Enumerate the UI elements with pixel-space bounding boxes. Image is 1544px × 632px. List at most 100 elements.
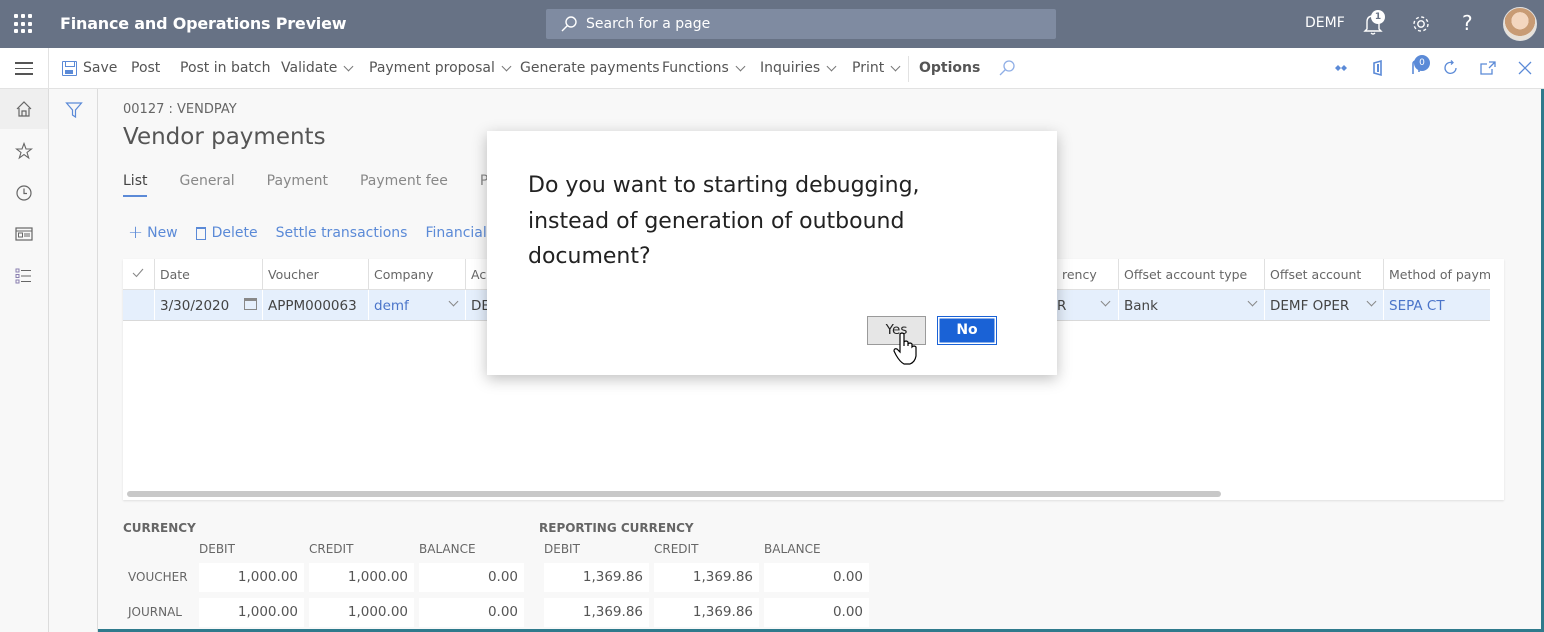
column-header-company[interactable]: Company (368, 259, 465, 290)
tab-list-view[interactable]: List (123, 173, 148, 197)
action-search-icon[interactable] (998, 59, 1016, 77)
company-cell[interactable]: demf (368, 290, 465, 320)
open-new-window-icon[interactable] (1479, 59, 1497, 77)
chevron-down-icon (501, 61, 512, 71)
chevron-down-icon (735, 61, 746, 71)
hamburger-menu-icon[interactable] (15, 62, 33, 76)
generate-payments-button[interactable]: Generate payments (520, 60, 660, 76)
column-header-date[interactable]: Date (154, 259, 262, 290)
confirmation-dialog: Do you want to starting debugging, inste… (487, 131, 1057, 375)
calendar-icon[interactable] (244, 298, 257, 310)
date-value: 3/30/2020 (160, 298, 230, 314)
no-button[interactable]: No (937, 316, 997, 345)
reporting-voucher-balance: 0.00 (764, 563, 869, 592)
close-icon[interactable] (1516, 59, 1534, 77)
divider (908, 56, 909, 82)
currency-debit-header: DEBIT (199, 542, 235, 556)
workspaces-icon[interactable] (0, 214, 48, 254)
chevron-down-icon (343, 61, 354, 71)
offset-account-cell[interactable]: DEMF OPER (1264, 290, 1383, 320)
currency-section-label: CURRENCY (123, 521, 196, 535)
save-icon (62, 60, 77, 76)
home-icon[interactable] (0, 89, 48, 129)
tab-payment[interactable]: Payment (267, 173, 328, 197)
attachments-count-badge: 0 (1414, 55, 1430, 71)
settings-gear-icon[interactable] (1410, 13, 1432, 35)
journal-row-label: JOURNAL (128, 605, 182, 619)
action-pane: Save Post Post in batch Validate Payment… (0, 48, 1544, 89)
power-apps-icon[interactable] (1332, 59, 1350, 77)
offset-account-type-value: Bank (1124, 298, 1158, 314)
chevron-down-icon (826, 61, 837, 71)
date-cell[interactable]: 3/30/2020 (154, 290, 262, 320)
reporting-journal-debit: 1,369.86 (544, 598, 649, 627)
reporting-voucher-debit: 1,369.86 (544, 563, 649, 592)
column-header-offset-account-type[interactable]: Offset account type (1118, 259, 1264, 290)
office-icon[interactable] (1369, 59, 1387, 77)
functions-label: Functions (662, 60, 729, 76)
validate-label: Validate (281, 60, 338, 76)
reporting-currency-section-label: REPORTING CURRENCY (539, 521, 694, 535)
validate-menu[interactable]: Validate (281, 60, 354, 76)
tab-general[interactable]: General (179, 173, 234, 197)
filter-pane (49, 89, 98, 632)
favorites-star-icon[interactable] (0, 131, 48, 171)
currency-voucher-balance: 0.00 (419, 563, 524, 592)
company-value: demf (374, 298, 409, 314)
inquiries-menu[interactable]: Inquiries (760, 60, 837, 76)
new-label: New (147, 225, 178, 241)
hand-pointer-cursor-icon (893, 332, 917, 365)
checkmark-icon (132, 268, 144, 278)
offset-account-type-cell[interactable]: Bank (1118, 290, 1264, 320)
top-navigation-bar: Finance and Operations Preview Search fo… (0, 0, 1544, 48)
offset-account-value: DEMF OPER (1270, 298, 1350, 314)
recent-clock-icon[interactable] (0, 173, 48, 213)
currency-credit-header: CREDIT (309, 542, 354, 556)
column-header-currency[interactable]: rency (1057, 259, 1118, 290)
tab-payment-fee[interactable]: Payment fee (360, 173, 448, 197)
post-button[interactable]: Post (131, 60, 160, 76)
page-title: Vendor payments (123, 124, 326, 150)
notification-count-badge: 1 (1371, 10, 1385, 24)
refresh-icon[interactable] (1442, 59, 1460, 77)
plus-icon: + (128, 222, 144, 243)
payment-proposal-label: Payment proposal (369, 60, 495, 76)
delete-button[interactable]: Delete (195, 225, 258, 241)
breadcrumb: 00127 : VENDPAY (123, 102, 237, 117)
options-tab[interactable]: Options (919, 60, 980, 76)
column-header-method-of-payment[interactable]: Method of paymer (1383, 259, 1490, 290)
new-button[interactable]: + New (128, 222, 178, 243)
chevron-down-icon (1100, 296, 1111, 307)
company-picker[interactable]: DEMF (1305, 15, 1345, 31)
settle-transactions-button[interactable]: Settle transactions (276, 225, 408, 241)
modules-list-icon[interactable] (0, 256, 48, 296)
currency-value: R (1057, 298, 1067, 314)
column-header-voucher[interactable]: Voucher (262, 259, 368, 290)
select-all-checkbox[interactable] (123, 259, 155, 290)
chevron-down-icon (448, 296, 459, 307)
horizontal-scrollbar[interactable] (127, 491, 1221, 497)
voucher-cell[interactable]: APPM000063 (262, 290, 368, 320)
save-label: Save (83, 60, 118, 76)
currency-cell[interactable]: R (1052, 290, 1118, 320)
divider (48, 48, 49, 89)
save-button[interactable]: Save (62, 60, 117, 76)
filter-icon[interactable] (65, 101, 83, 119)
user-avatar[interactable] (1503, 7, 1537, 41)
app-launcher-icon[interactable] (14, 14, 34, 34)
post-in-batch-button[interactable]: Post in batch (180, 60, 270, 76)
currency-journal-debit: 1,000.00 (199, 598, 304, 627)
functions-menu[interactable]: Functions (662, 60, 746, 76)
chevron-down-icon (1247, 296, 1258, 307)
currency-voucher-credit: 1,000.00 (309, 563, 414, 592)
currency-journal-credit: 1,000.00 (309, 598, 414, 627)
app-title[interactable]: Finance and Operations Preview (60, 14, 347, 33)
method-of-payment-cell[interactable]: SEPA CT (1383, 290, 1490, 320)
help-icon[interactable]: ? (1462, 11, 1473, 35)
navigation-pane (0, 89, 49, 632)
column-header-offset-account[interactable]: Offset account (1264, 259, 1383, 290)
chevron-down-icon (890, 61, 901, 71)
page-search-input[interactable]: Search for a page (546, 9, 1056, 39)
print-menu[interactable]: Print (852, 60, 901, 76)
payment-proposal-menu[interactable]: Payment proposal (369, 60, 512, 76)
